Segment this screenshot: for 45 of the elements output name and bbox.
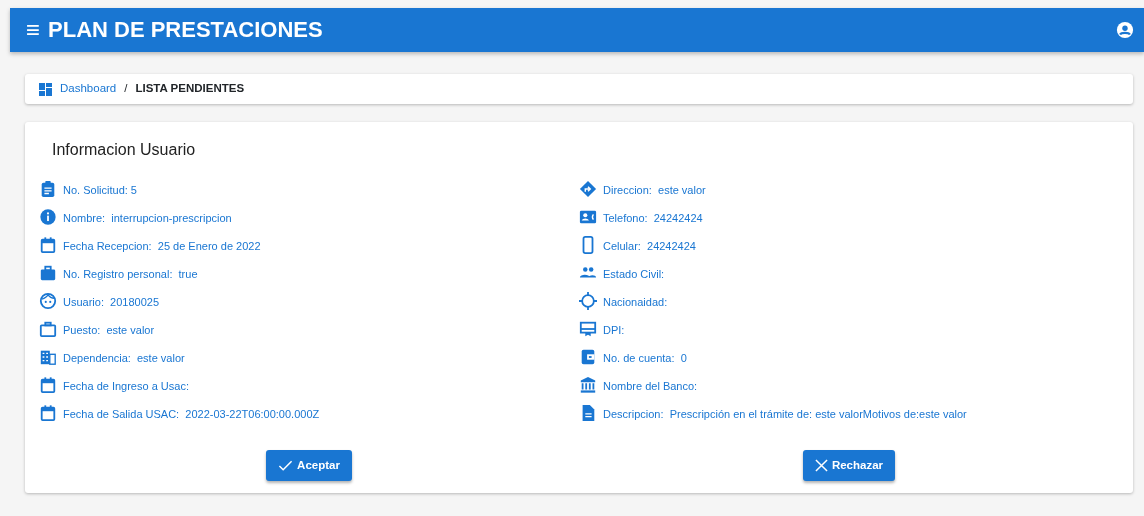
field-text: Estado Civil:: [603, 267, 665, 282]
field-text: No. Registro personal: true: [63, 267, 198, 282]
field-text: Fecha de Ingreso a Usac:: [63, 379, 189, 394]
field-text: No. de cuenta: 0: [603, 351, 687, 366]
field-text: Celular: 24242424: [603, 239, 696, 254]
account-icon[interactable]: [1116, 21, 1134, 39]
accept-button[interactable]: Aceptar: [266, 450, 352, 481]
menu-icon[interactable]: ≡: [26, 18, 40, 42]
field-text: DPI:: [603, 323, 625, 338]
clipboard-icon: [39, 180, 57, 198]
breadcrumb-current: LISTA PENDIENTES: [135, 81, 245, 97]
card-title: Informacion Usuario: [52, 140, 197, 160]
checkmark-icon: [278, 458, 294, 473]
reject-button[interactable]: Rechazar: [802, 450, 896, 481]
briefcase-icon: [39, 264, 57, 282]
breadcrumb-link[interactable]: Dashboard: [60, 80, 117, 98]
dashboard-icon: [39, 82, 52, 96]
contact-card-icon: [579, 208, 597, 226]
close-icon: [814, 459, 828, 472]
field-text: Puesto: este valor: [63, 323, 155, 338]
field-text: Direccion: este valor: [603, 183, 706, 198]
field-text: Nombre: interrupcion-prescripcion: [63, 211, 232, 226]
field-text: No. Solicitud: 5: [63, 183, 137, 198]
calendar-icon: [39, 376, 57, 394]
field-text: Telefono: 24242424: [603, 211, 703, 226]
field-text: Dependencia: este valor: [63, 351, 185, 366]
info-icon: [39, 208, 57, 226]
calendar-icon: [39, 236, 57, 254]
bank-icon: [579, 376, 597, 394]
app-title: PLAN DE PRESTACIONES: [48, 16, 323, 44]
direction-sign-icon: [579, 180, 597, 198]
crosshair-icon: [579, 292, 597, 310]
field-text: Descripcion: Prescripción en el trámite de: este valorMotivos de:este valor: [603, 407, 967, 422]
field-text: Usuario: 20180025: [63, 295, 159, 310]
breadcrumb-separator: /: [124, 81, 128, 97]
building-icon: [39, 348, 57, 366]
wallet-icon: [579, 348, 597, 366]
field-text: Nacionaidad:: [603, 295, 668, 310]
field-text: Nombre del Banco:: [603, 379, 698, 394]
field-text: Fecha de Salida USAC: 2022-03-22T06:00:00.000Z: [63, 407, 320, 422]
monitor-icon: [579, 320, 597, 338]
calendar-icon: [39, 404, 57, 422]
briefcase-icon: [39, 320, 57, 338]
field-text: Fecha Recepcion: 25 de Enero de 2022: [63, 239, 261, 254]
face-icon: [39, 292, 57, 310]
